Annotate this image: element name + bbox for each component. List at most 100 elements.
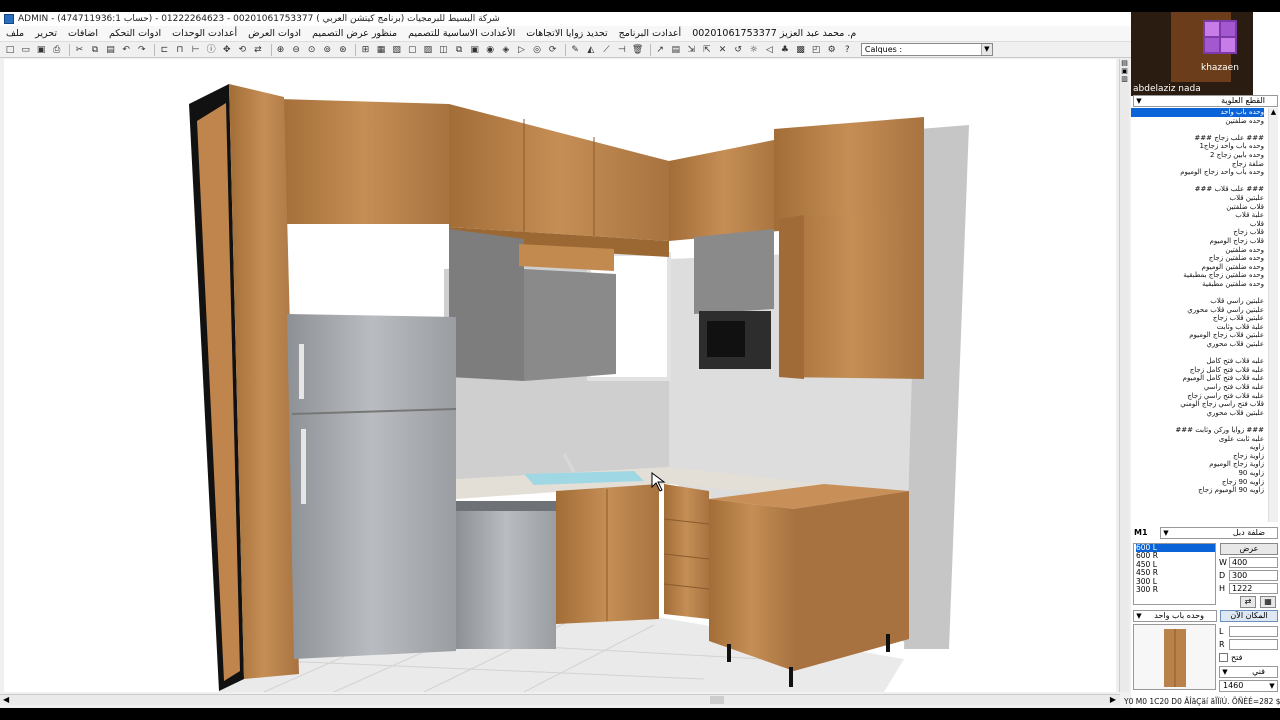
save-icon[interactable]: ▣ <box>35 44 47 56</box>
strip-icon[interactable]: ▤ <box>1120 59 1129 67</box>
line-tool-icon[interactable]: ⟋ <box>600 44 612 56</box>
cabinet-icon[interactable]: ▤ <box>670 44 682 56</box>
camera-icon[interactable]: ◉ <box>484 44 496 56</box>
list-item[interactable]: ضلفة زجاج <box>1131 160 1264 169</box>
list-item[interactable]: زاويه 90 الوميوم زجاج <box>1131 486 1264 495</box>
light-icon[interactable]: ☼ <box>748 44 760 56</box>
open-checkbox[interactable] <box>1219 653 1228 662</box>
zoom-fit-icon[interactable]: ⊚ <box>321 44 333 56</box>
strip-icon[interactable]: ▣ <box>1120 67 1129 75</box>
list-item[interactable]: ### زوايا وركن وثابت ### <box>1131 426 1264 435</box>
size-item[interactable]: 300 R <box>1136 585 1215 594</box>
move-icon[interactable]: ✥ <box>221 44 233 56</box>
menu-program-settings[interactable]: أعدادت البرنامج <box>619 28 682 39</box>
open-folder-icon[interactable]: ▭ <box>20 44 32 56</box>
3d-viewport[interactable] <box>4 59 1116 692</box>
r-input[interactable] <box>1229 639 1278 650</box>
list-item[interactable]: وحده باب واحد <box>1131 108 1264 117</box>
chevron-down-icon[interactable]: ▼ <box>980 44 992 55</box>
play-icon[interactable]: ▷ <box>515 44 527 56</box>
menu-unit-settings[interactable]: أعدادت الوحدات <box>172 28 237 39</box>
unit-list-scrollbar[interactable]: ▲ <box>1268 108 1278 522</box>
menu-author[interactable]: م. محمد عبد العزيز 00201061753377 <box>692 28 856 39</box>
sound-icon[interactable]: ◁ <box>763 44 775 56</box>
render-icon[interactable]: ◈ <box>500 44 512 56</box>
height-input[interactable]: 1222 <box>1229 583 1278 594</box>
calques-dropdown[interactable]: Calques : ▼ <box>860 43 993 56</box>
type-dropdown[interactable]: ▼ فني <box>1219 666 1278 678</box>
measure-tool-icon[interactable]: ⊢ <box>190 44 202 56</box>
door-tool-icon[interactable]: ⊓ <box>174 44 186 56</box>
list-item[interactable]: علبتين قلاب محوري <box>1131 409 1264 418</box>
list-item[interactable]: وحده ضلفتين <box>1131 246 1264 255</box>
list-item[interactable]: علبه قلاب فتح كامل الوميوم <box>1131 374 1264 383</box>
list-item[interactable]: وحده ضلفتين <box>1131 117 1264 126</box>
category-dropdown[interactable]: ▼ القطع العلوية <box>1133 95 1278 107</box>
list-item[interactable]: علبتين راسي قلاب <box>1131 297 1264 306</box>
strip-icon[interactable]: ▥ <box>1120 75 1129 83</box>
list-item[interactable]: علبتين قلاب زجاج الوميوم <box>1131 331 1264 340</box>
list-item[interactable]: علبة قلاب وثابت <box>1131 323 1264 332</box>
list-item[interactable]: زاويه <box>1131 443 1264 452</box>
list-item[interactable]: علبه قلاب فتح راسي <box>1131 383 1264 392</box>
list-item[interactable]: علبتين راسي قلاب محوري <box>1131 306 1264 315</box>
list-item[interactable]: علبه قلاب فتح راسي زجاج <box>1131 392 1264 401</box>
chevron-down-icon[interactable]: ▼ <box>1134 611 1144 621</box>
menu-view-tools[interactable]: ادوات العرض <box>248 28 301 39</box>
list-item[interactable]: وحده ضلفتين زجاج بمطبقية <box>1131 271 1264 280</box>
box-icon[interactable]: ◫ <box>437 44 449 56</box>
menu-basic-settings[interactable]: الأعدادت الاساسية للتصميم <box>408 28 515 39</box>
draw-tool-icon[interactable]: ✎ <box>569 44 581 56</box>
scroll-up-icon[interactable]: ▲ <box>1269 108 1278 116</box>
list-item[interactable]: قلاب زجاج <box>1131 228 1264 237</box>
plan-view-icon[interactable]: ⊞ <box>359 44 371 56</box>
list-item[interactable]: وحده باب واحد زجاج الوميوم <box>1131 168 1264 177</box>
print-icon[interactable]: ⎙ <box>51 44 63 56</box>
import-icon[interactable]: ⇱ <box>701 44 713 56</box>
menu-edit[interactable]: تحرير <box>35 28 57 39</box>
dimension-icon[interactable]: ⊣ <box>616 44 628 56</box>
scroll-left-icon[interactable]: ◀ <box>3 695 9 704</box>
copy-icon[interactable]: ⧉ <box>89 44 101 56</box>
list-item[interactable]: وحده بابين زجاج 2 <box>1131 151 1264 160</box>
wall-tool-icon[interactable]: ⊏ <box>158 44 170 56</box>
value-dropdown[interactable]: 1460 ▼ <box>1219 680 1278 692</box>
frame-icon[interactable]: ▢ <box>406 44 418 56</box>
material-icon[interactable]: ▨ <box>422 44 434 56</box>
eye-icon[interactable]: ◎ <box>531 44 543 56</box>
paste-icon[interactable]: ▤ <box>105 44 117 56</box>
list-item[interactable]: علبتين قلاب <box>1131 194 1265 203</box>
rotate-tool-icon[interactable]: ⟲ <box>236 44 248 56</box>
list-item[interactable]: علبتين قلاب زجاج <box>1131 314 1264 323</box>
lasso-icon[interactable]: ↺ <box>732 44 744 56</box>
undo-icon[interactable]: ↶ <box>120 44 132 56</box>
list-item[interactable]: زاويه 90 زجاج <box>1131 478 1264 487</box>
info-icon[interactable]: ⓘ <box>205 44 217 56</box>
export-icon[interactable]: ⇲ <box>685 44 697 56</box>
list-item[interactable]: علبه قلاب فتح كامل <box>1131 357 1264 366</box>
chevron-down-icon[interactable]: ▼ <box>1161 528 1171 538</box>
paint-icon[interactable]: ◭ <box>585 44 597 56</box>
list-item[interactable]: قلاب ضلفتين <box>1131 203 1264 212</box>
size-list[interactable]: 600 L 600 R 450 L 450 R 300 L 300 R <box>1133 543 1216 605</box>
list-item[interactable]: قلاب زجاج الوميوم <box>1131 237 1264 246</box>
zoom-in-icon[interactable]: ⊕ <box>275 44 287 56</box>
arrow-tool-icon[interactable]: ↗ <box>654 44 666 56</box>
list-item[interactable]: ### علب قلاب ### <box>1131 185 1264 194</box>
refresh-icon[interactable]: ⟳ <box>547 44 559 56</box>
part-dropdown[interactable]: ▼ ضلفة دبل <box>1160 527 1278 539</box>
cut-icon[interactable]: ✂ <box>73 44 85 56</box>
zoom-window-icon[interactable]: ⊙ <box>306 44 318 56</box>
scroll-thumb[interactable] <box>710 696 724 704</box>
settings-icon[interactable]: ⚙ <box>826 44 838 56</box>
list-item[interactable]: وحده ضلفتين زجاج <box>1131 254 1264 263</box>
list-item[interactable]: علبه قلاب فتح كامل زجاج <box>1131 366 1264 375</box>
view-3d-icon[interactable]: ▣ <box>469 44 481 56</box>
menu-file[interactable]: ملف <box>6 28 24 39</box>
layout-icon[interactable]: ▧ <box>391 44 403 56</box>
grid-icon[interactable]: ▦ <box>1260 596 1276 608</box>
list-item[interactable]: علبة قلاب <box>1131 211 1264 220</box>
help-icon[interactable]: ? <box>841 44 853 56</box>
list-item[interactable]: علبه ثابت علوى <box>1131 435 1264 444</box>
list-item[interactable]: زاوية زجاج <box>1131 452 1264 461</box>
